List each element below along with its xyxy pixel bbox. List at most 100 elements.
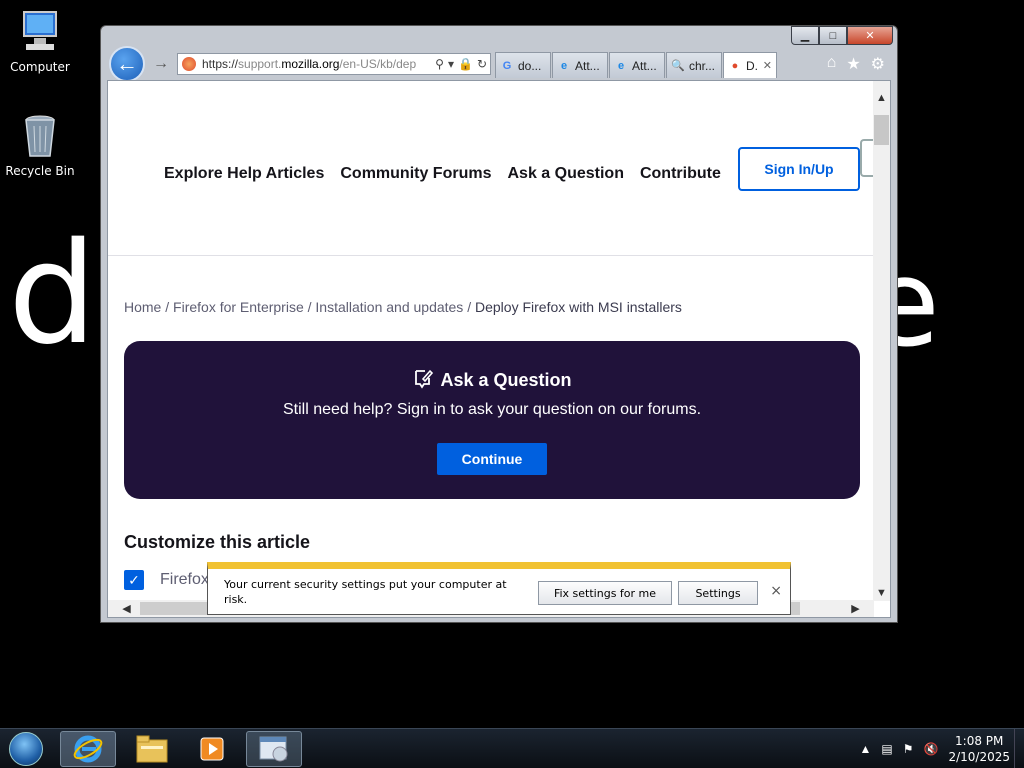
wallpaper-letter-d: d — [8, 213, 97, 376]
edit-question-icon — [412, 367, 434, 394]
desktop-icon-recycle-bin[interactable]: Recycle Bin — [0, 112, 80, 178]
breadcrumb-separator: / — [467, 299, 472, 315]
ask-card-subtitle: Still need help? Sign in to ask your que… — [282, 401, 702, 418]
media-player-icon — [200, 737, 224, 761]
taskbar-file-explorer[interactable] — [124, 731, 180, 767]
tab-active[interactable]: ● D. ✕ — [723, 52, 777, 78]
show-desktop-button[interactable] — [1014, 729, 1024, 768]
settings-gear-icon[interactable]: ⚙ — [871, 54, 885, 74]
network-icon[interactable]: ▤ — [881, 742, 892, 756]
url-scheme: https:// — [202, 57, 239, 71]
close-button[interactable]: ✕ — [847, 26, 893, 45]
dropdown-icon[interactable]: ▾ — [448, 57, 454, 71]
breadcrumb-separator: / — [165, 299, 170, 315]
address-bar[interactable]: https:// support. mozilla.org /en-US/kb/… — [177, 53, 491, 75]
scroll-right-icon[interactable]: ▶ — [847, 600, 864, 617]
tab-ie-2[interactable]: e Att... — [609, 52, 665, 78]
fix-settings-button[interactable]: Fix settings for me — [538, 581, 672, 605]
forward-button[interactable]: → — [149, 52, 173, 76]
favorites-star-icon[interactable]: ★ — [846, 54, 860, 74]
desktop-icon-label: Computer — [10, 60, 70, 74]
start-button[interactable] — [4, 729, 48, 768]
scroll-down-icon[interactable]: ▼ — [873, 584, 890, 601]
recycle-bin-icon — [16, 112, 64, 160]
maximize-button[interactable]: □ — [819, 26, 847, 45]
window-controls: ▁ □ ✕ — [791, 26, 893, 46]
settings-button[interactable]: Settings — [678, 581, 758, 605]
overflow-button-edge[interactable] — [860, 139, 874, 177]
ie-icon: e — [617, 59, 625, 72]
url-subdomain: support. — [238, 57, 282, 71]
breadcrumb-current: Deploy Firefox with MSI installers — [474, 299, 682, 315]
tab-label: Att... — [575, 58, 600, 73]
windows-logo-icon — [9, 732, 43, 766]
tab-label: chr... — [689, 58, 716, 73]
tab-google[interactable]: G do... — [495, 52, 551, 78]
continue-button[interactable]: Continue — [437, 443, 547, 475]
back-button[interactable]: ← — [109, 46, 145, 82]
breadcrumb-home[interactable]: Home — [124, 299, 161, 315]
computer-icon — [16, 8, 64, 56]
url-domain: mozilla.org — [281, 57, 340, 71]
breadcrumb-installation-updates[interactable]: Installation and updates — [315, 299, 463, 315]
ask-card-title: Ask a Question — [124, 367, 860, 394]
taskbar-media-player[interactable] — [184, 731, 240, 767]
ask-card-title-text: Ask a Question — [440, 370, 572, 390]
desktop-icon-label: Recycle Bin — [5, 164, 75, 178]
sign-in-button[interactable]: Sign In/Up — [738, 147, 860, 191]
lock-icon[interactable]: 🔒 — [458, 57, 473, 71]
taskbar-internet-explorer[interactable] — [60, 731, 116, 767]
search-icon: 🔍 — [671, 60, 685, 72]
desktop: d e Computer Recycle Bin ▁ □ ✕ ← → https… — [0, 0, 1024, 768]
address-bar-icons: ⚲ ▾ 🔒 ↻ — [435, 57, 490, 71]
tab-search[interactable]: 🔍 chr... — [666, 52, 722, 78]
tab-ie-1[interactable]: e Att... — [552, 52, 608, 78]
volume-muted-icon[interactable]: 🔇 — [924, 742, 939, 756]
refresh-icon[interactable]: ↻ — [477, 57, 487, 71]
back-arrow-icon: ← — [116, 51, 138, 76]
taskbar-program[interactable] — [246, 731, 302, 767]
nav-ask-a-question[interactable]: Ask a Question — [507, 165, 623, 183]
site-navigation: Explore Help Articles Community Forums A… — [164, 165, 721, 183]
ie-icon: e — [560, 59, 568, 72]
page-viewport: Explore Help Articles Community Forums A… — [107, 80, 891, 618]
nav-contribute[interactable]: Contribute — [640, 165, 721, 183]
site-favicon-icon — [182, 57, 196, 71]
checkbox-checked-icon[interactable]: ✓ — [124, 570, 144, 590]
mozilla-icon: ● — [731, 59, 739, 72]
tab-label: D. — [746, 58, 758, 73]
notification-close-icon[interactable]: × — [770, 583, 782, 599]
tab-strip: G do... e Att... e Att... 🔍 chr... ● D. … — [495, 50, 778, 78]
folder-icon — [136, 735, 168, 763]
checkbox-label: Firefox — [160, 571, 209, 588]
vertical-scrollbar[interactable]: ▲ ▼ — [873, 81, 890, 601]
vertical-scroll-thumb[interactable] — [874, 115, 889, 145]
tab-close-icon[interactable]: ✕ — [763, 59, 772, 72]
customize-article-heading: Customize this article — [124, 532, 311, 552]
scroll-left-icon[interactable]: ◀ — [118, 600, 135, 617]
forward-arrow-icon: → — [153, 55, 169, 72]
search-icon[interactable]: ⚲ — [435, 57, 444, 71]
scroll-up-icon[interactable]: ▲ — [873, 89, 890, 106]
notification-message: Your current security settings put your … — [224, 578, 507, 606]
home-icon[interactable]: ⌂ — [827, 54, 837, 74]
desktop-icon-computer[interactable]: Computer — [0, 8, 80, 74]
show-hidden-icons-icon[interactable]: ▲ — [860, 742, 872, 756]
browser-window: ▁ □ ✕ ← → https:// support. mozilla.org … — [100, 25, 898, 623]
breadcrumb: Home / Firefox for Enterprise / Installa… — [124, 299, 682, 315]
nav-explore-help-articles[interactable]: Explore Help Articles — [164, 165, 324, 183]
tab-label: do... — [518, 58, 542, 73]
breadcrumb-firefox-enterprise[interactable]: Firefox for Enterprise — [173, 299, 304, 315]
clock-time: 1:08 PM — [955, 734, 1004, 748]
browser-toolbar: ⌂ ★ ⚙ — [827, 54, 891, 74]
ask-question-card: Ask a Question Still need help? Sign in … — [124, 341, 860, 499]
system-clock[interactable]: 1:08 PM 2/10/2025 — [948, 733, 1010, 765]
product-checkbox-row[interactable]: ✓ Firefox — [124, 570, 209, 590]
web-page: Explore Help Articles Community Forums A… — [108, 81, 874, 601]
system-tray: ▲ ▤ ⚑ 🔇 1:08 PM 2/10/2025 — [860, 729, 1010, 768]
action-center-flag-icon[interactable]: ⚑ — [903, 742, 914, 756]
minimize-button[interactable]: ▁ — [791, 26, 819, 45]
program-window-icon — [259, 736, 288, 762]
nav-community-forums[interactable]: Community Forums — [340, 165, 491, 183]
google-icon: G — [502, 59, 512, 72]
